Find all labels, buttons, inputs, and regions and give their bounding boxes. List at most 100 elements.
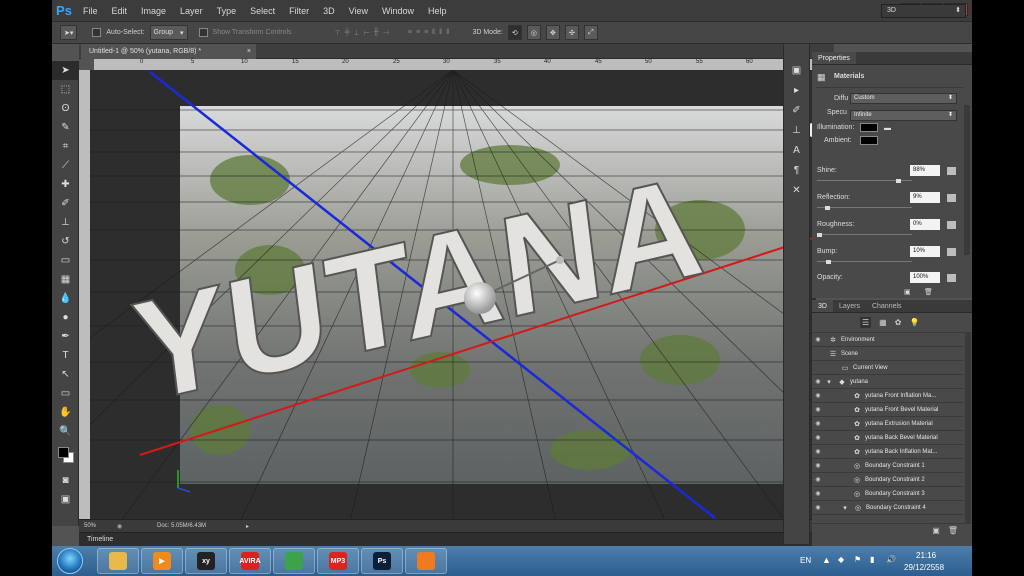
align-bottom-icon[interactable]: ⊥ [354, 29, 360, 37]
shine-slider-knob[interactable] [896, 179, 902, 183]
taskbar-avira-button[interactable]: AVIRA [229, 548, 271, 574]
start-button[interactable] [57, 548, 83, 574]
render-icon[interactable]: ▣ [904, 288, 911, 296]
reflection-slider[interactable] [817, 207, 912, 208]
trash-icon[interactable]: 🗑 [924, 288, 933, 296]
bump-field[interactable]: 10% [910, 246, 940, 257]
clock-time[interactable]: 21:16 [916, 551, 936, 560]
light-handle[interactable] [556, 256, 564, 264]
bump-slider-knob[interactable] [826, 260, 831, 264]
shine-field[interactable]: 88% [910, 165, 940, 176]
menu-window[interactable]: Window [375, 6, 421, 16]
distribute-left-icon[interactable]: ⦀ [432, 29, 435, 37]
scene-row-current-view[interactable]: ▭ Current View [812, 361, 964, 375]
eye-icon[interactable]: ◉ [812, 476, 824, 483]
menu-edit[interactable]: Edit [105, 6, 135, 16]
taskbar-app-xy-button[interactable]: xy [185, 548, 227, 574]
character-panel-icon[interactable]: A [784, 140, 809, 160]
roughness-slider-knob[interactable] [817, 233, 822, 237]
hand-tool-icon[interactable]: ✋ [52, 403, 79, 422]
actions-panel-icon[interactable]: ▸ [784, 80, 809, 100]
taskbar-media-player-button[interactable]: ▶ [141, 548, 183, 574]
quick-mask-icon[interactable]: ◙ [52, 471, 79, 490]
scene-row-scene[interactable]: ☰ Scene [812, 347, 964, 361]
taskbar-photoshop-button[interactable]: Ps [361, 548, 403, 574]
menu-type[interactable]: Type [210, 6, 244, 16]
brush-panel-icon[interactable]: ✐ [784, 100, 809, 120]
eye-icon[interactable]: ◉ [812, 336, 824, 343]
folder-icon[interactable] [947, 274, 956, 282]
type-tool-icon[interactable]: T [52, 346, 79, 365]
reflection-slider-knob[interactable] [825, 206, 831, 210]
menu-file[interactable]: File [76, 6, 105, 16]
auto-select-dropdown[interactable]: Group ▾ [149, 25, 188, 40]
distribute-right-icon[interactable]: ⦀ [446, 29, 449, 37]
clone-source-panel-icon[interactable]: ⊥ [784, 120, 809, 140]
illumination-color-swatch[interactable] [860, 123, 878, 132]
scene-scrollbar[interactable] [965, 333, 971, 523]
folder-icon[interactable] [947, 248, 956, 256]
scale-3d-icon[interactable]: ⤢ [583, 25, 598, 40]
scene-row-material[interactable]: ◉ ✿ yutana Back Inflation Mat... [812, 445, 964, 459]
quick-select-tool-icon[interactable]: ✎ [52, 118, 79, 137]
distribute-middle-icon[interactable]: ≡ [416, 29, 420, 37]
diffuse-dropdown[interactable]: Custom ⬍ [850, 93, 957, 104]
eyedropper-tool-icon[interactable]: ⟋ [52, 156, 79, 175]
chevron-down-icon[interactable]: ▾ [824, 378, 834, 386]
bump-slider[interactable] [817, 261, 912, 262]
document-tab[interactable]: Untitled-1 @ 50% (yutana, RGB/8) * × [81, 44, 256, 59]
align-middle-icon[interactable]: ╪ [345, 29, 350, 37]
scene-row-constraint[interactable]: ◉ ◎ Boundary Constraint 2 [812, 473, 964, 487]
scene-row-constraint[interactable]: ◉ ◎ Boundary Constraint 1 [812, 459, 964, 473]
menu-view[interactable]: View [342, 6, 375, 16]
align-left-icon[interactable]: ⊢ [364, 29, 370, 37]
light-widget-sphere[interactable] [464, 282, 496, 314]
roughness-field[interactable]: 0% [910, 219, 940, 230]
network-icon[interactable]: ▮ [870, 555, 874, 564]
scene-row-material[interactable]: ◉ ✿ yutana Extrusion Material [812, 417, 964, 431]
folder-icon[interactable] [947, 194, 956, 202]
status-icon[interactable]: ◉ [117, 523, 157, 530]
eye-icon[interactable]: ◉ [812, 448, 824, 455]
orbit-3d-icon[interactable]: ⟲ [507, 25, 522, 40]
menu-image[interactable]: Image [134, 6, 173, 16]
roughness-slider[interactable] [817, 234, 912, 235]
scene-row-constraint[interactable]: ◉ ▾ ◎ Boundary Constraint 4 [812, 501, 964, 515]
zoom-level[interactable]: 50% [79, 523, 117, 529]
eye-icon[interactable]: ◉ [812, 420, 824, 427]
clock-date[interactable]: 29/12/2558 [904, 563, 944, 572]
menu-3d[interactable]: 3D [316, 6, 342, 16]
foreground-color-swatch[interactable] [58, 447, 69, 458]
blur-tool-icon[interactable]: 💧 [52, 289, 79, 308]
screen-mode-icon[interactable]: ▣ [52, 490, 79, 509]
scene-row-constraint[interactable]: ◉ ◎ Boundary Constraint 3 [812, 487, 964, 501]
folder-icon[interactable] [947, 221, 956, 229]
timeline-tab[interactable]: Timeline [87, 536, 113, 543]
scene-row-yutana[interactable]: ◉ ▾ ◆ yutana [812, 375, 964, 389]
drag-3d-icon[interactable]: ✥ [545, 25, 560, 40]
tab-3d[interactable]: 3D [812, 300, 833, 312]
brush-tool-icon[interactable]: ✐ [52, 194, 79, 213]
taskbar-chrome-button[interactable] [273, 548, 315, 574]
eye-icon[interactable]: ◉ [812, 378, 824, 385]
distribute-bottom-icon[interactable]: ≡ [424, 29, 428, 37]
whole-scene-filter-icon[interactable]: ☰ [860, 317, 872, 328]
show-transform-checkbox[interactable] [198, 28, 208, 37]
tab-properties[interactable]: Properties [812, 52, 856, 64]
scene-row-material[interactable]: ◉ ✿ yutana Back Bevel Material [812, 431, 964, 445]
document-canvas[interactable]: YUTANA [90, 70, 816, 522]
paragraph-panel-icon[interactable]: ¶ [784, 160, 809, 180]
align-right-icon[interactable]: ⊣ [383, 29, 389, 37]
lights-filter-icon[interactable]: 💡 [909, 318, 919, 327]
reflection-field[interactable]: 9% [910, 192, 940, 203]
scene-row-material[interactable]: ◉ ✿ yutana Front Inflation Ma... [812, 389, 964, 403]
language-indicator[interactable]: EN [800, 556, 811, 565]
eye-icon[interactable]: ◉ [812, 406, 824, 413]
meshes-filter-icon[interactable]: ▦ [879, 318, 887, 327]
eye-icon[interactable]: ◉ [812, 504, 824, 511]
tab-channels[interactable]: Channels [866, 300, 908, 312]
action-center-icon[interactable]: ⚑ [854, 555, 861, 564]
eye-icon[interactable]: ◉ [812, 462, 824, 469]
eye-icon[interactable]: ◉ [812, 434, 824, 441]
eraser-tool-icon[interactable]: ▭ [52, 251, 79, 270]
